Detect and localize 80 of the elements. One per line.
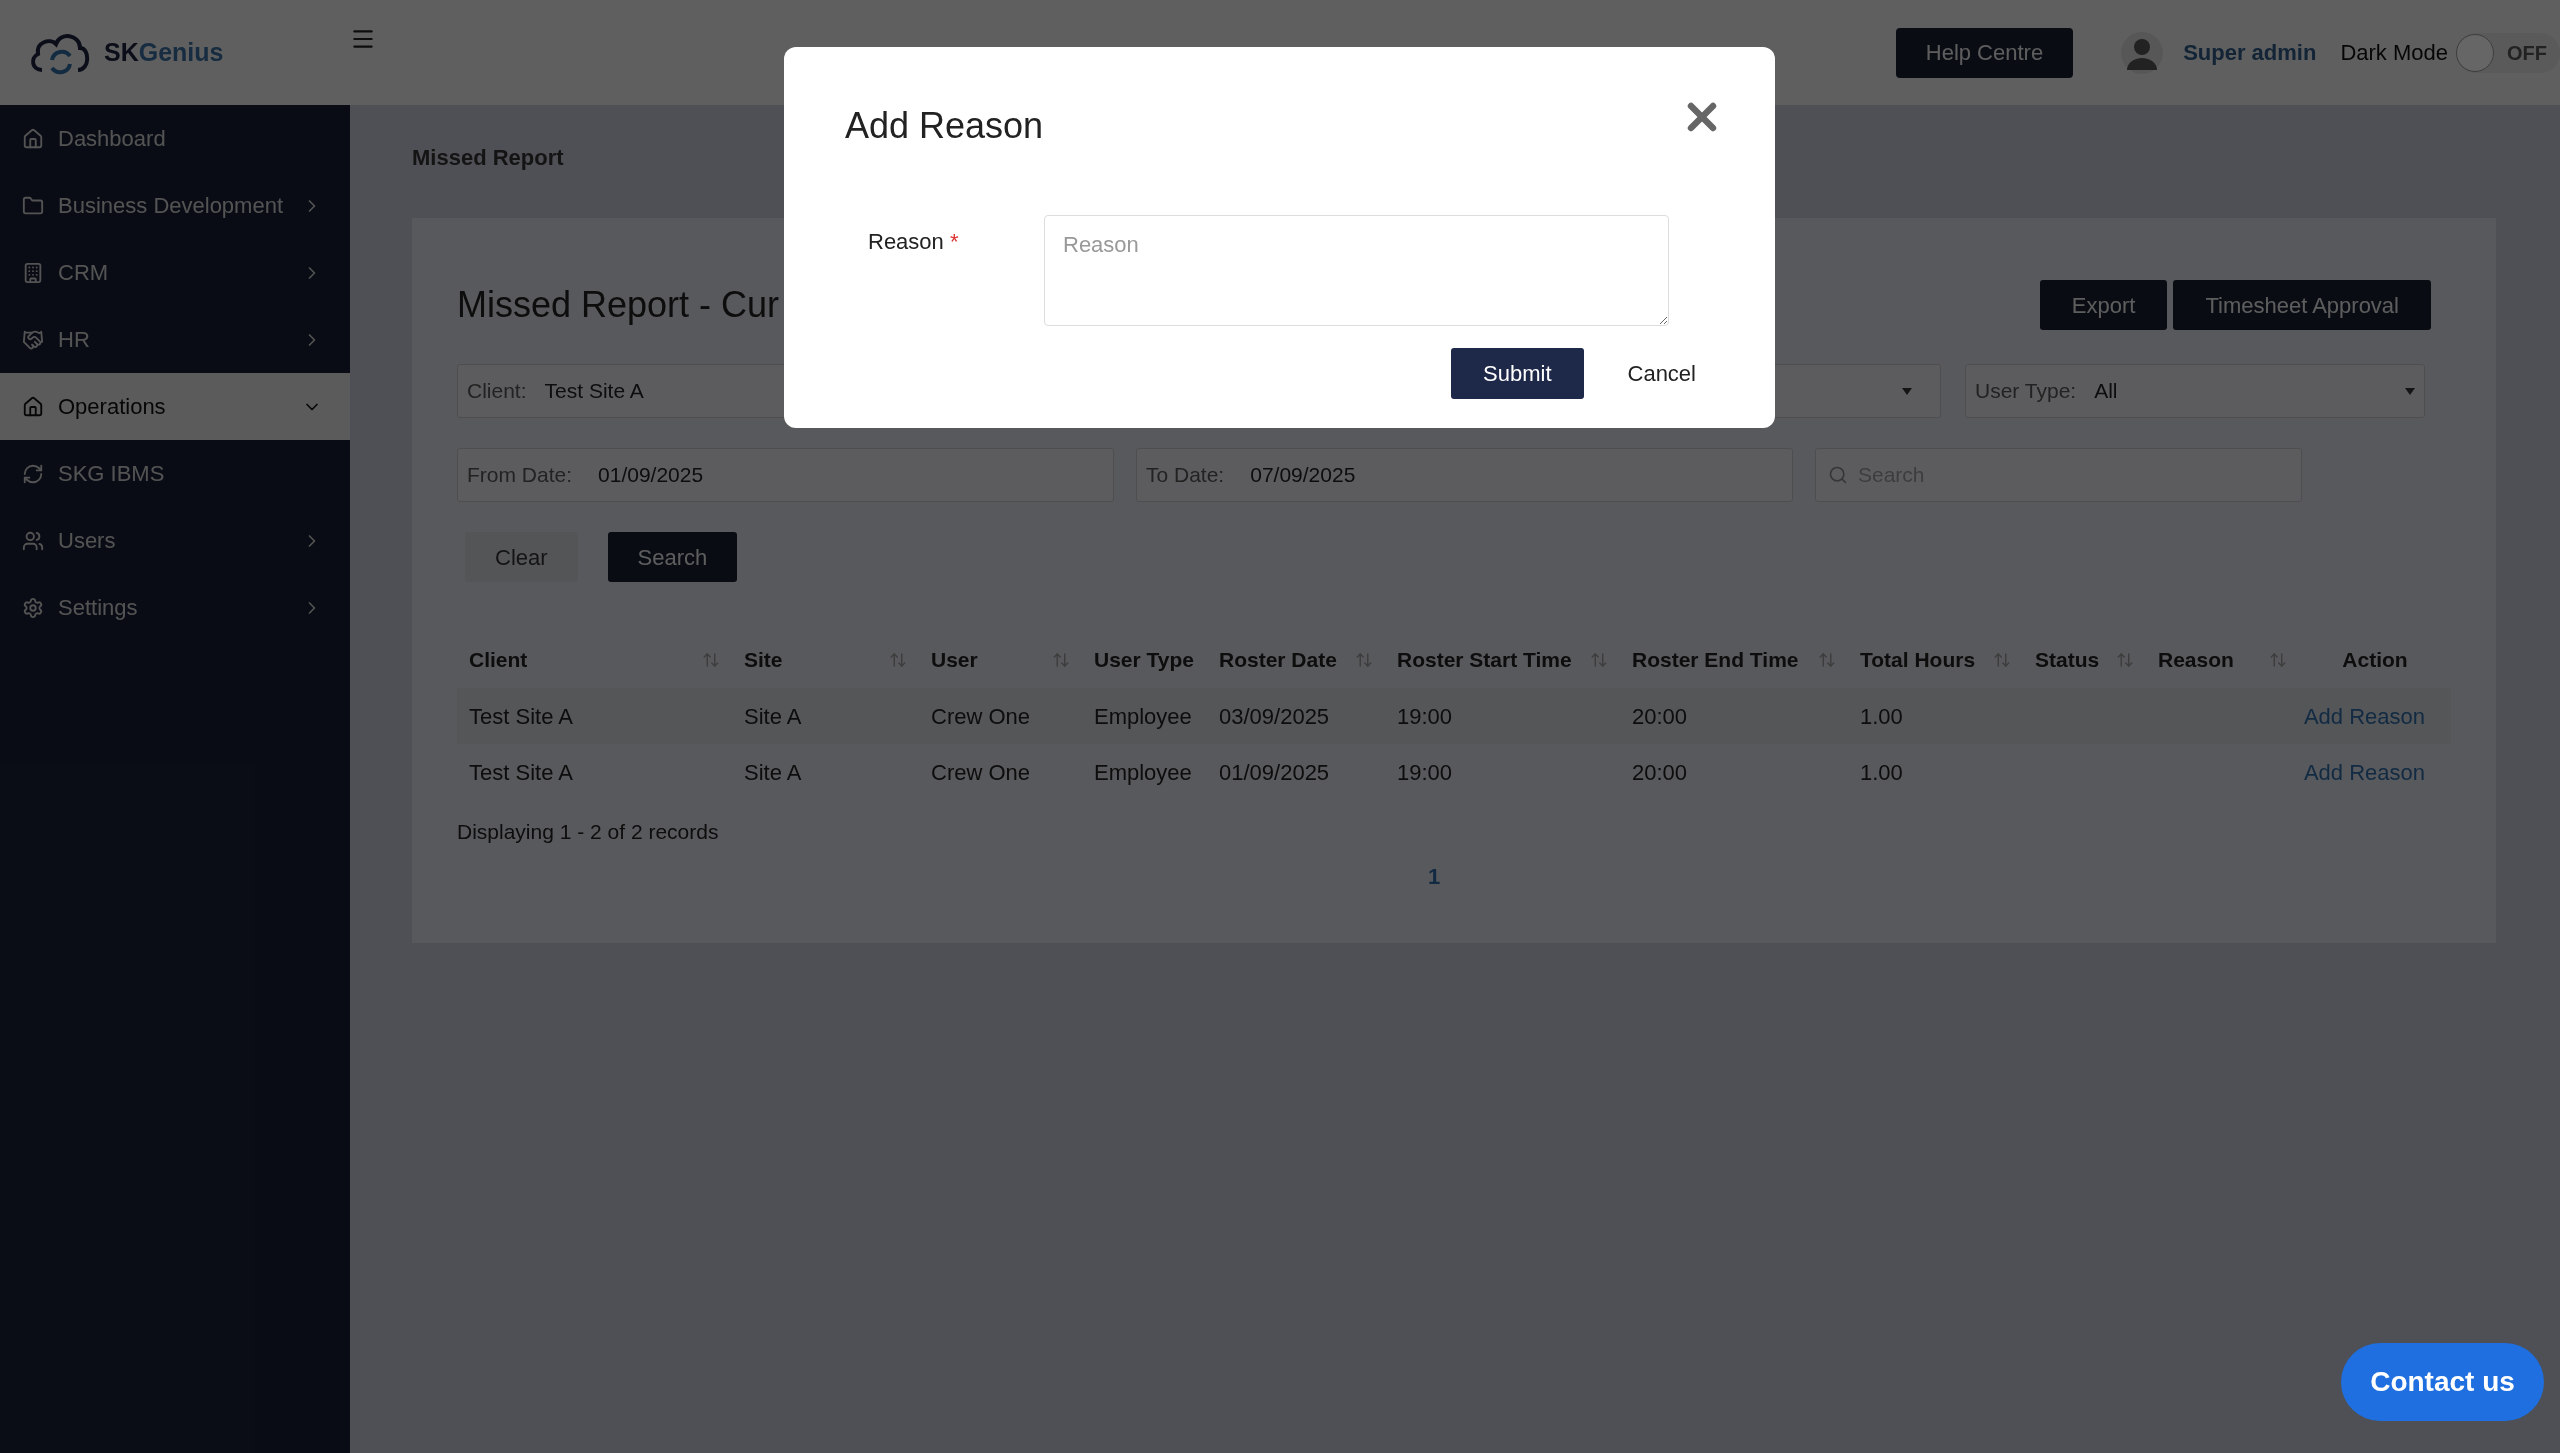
sort-icon[interactable]	[1818, 651, 1836, 669]
column-header[interactable]: Roster Start Time	[1397, 644, 1572, 676]
submit-button[interactable]: Submit	[1451, 348, 1584, 399]
user-name-link[interactable]: Super admin	[2183, 36, 2317, 69]
table-cell: 19:00	[1397, 703, 1453, 729]
brand-name: SKGenius	[104, 36, 224, 68]
home-icon	[22, 127, 44, 150]
table-cell: Test Site A	[469, 759, 573, 785]
dialog-title: Add Reason	[845, 104, 1044, 148]
clear-button[interactable]: Clear	[465, 532, 578, 582]
sort-icon[interactable]	[1993, 651, 2011, 669]
to-date-field[interactable]: To Date: 07/09/2025	[1136, 448, 1793, 502]
sidebar-item[interactable]: CRM	[0, 239, 350, 306]
add-reason-link[interactable]: Add Reason	[2303, 759, 2425, 785]
column-header[interactable]: Reason	[2158, 644, 2234, 676]
from-date-field[interactable]: From Date: 01/09/2025	[457, 448, 1114, 502]
caret-icon	[2405, 387, 2415, 395]
sidebar-item[interactable]: HR	[0, 306, 350, 373]
column-header[interactable]: Roster End Time	[1632, 644, 1799, 676]
sidebar-item[interactable]: Operations	[0, 373, 350, 440]
folder-icon	[22, 194, 44, 217]
table-cell: 03/09/2025	[1219, 703, 1330, 729]
dark-mode-label: Dark Mode	[2340, 39, 2448, 67]
handshake-icon	[22, 328, 44, 351]
reason-field[interactable]: Reason	[1044, 215, 1669, 326]
table-cell: Site A	[744, 703, 802, 729]
records-count: Displaying 1 - 2 of 2 records	[457, 819, 720, 845]
building-icon	[22, 261, 44, 284]
table-cell: Test Site A	[469, 703, 573, 729]
sort-icon[interactable]	[2116, 651, 2134, 669]
column-header[interactable]: Client	[469, 644, 528, 676]
sidebar-item[interactable]: Settings	[0, 574, 350, 641]
table-cell: Employee	[1094, 703, 1192, 729]
search-button[interactable]: Search	[607, 532, 738, 582]
house-icon	[22, 395, 44, 418]
help-centre-button[interactable]: Help Centre	[1895, 27, 2074, 78]
export-button[interactable]: Export	[2039, 280, 2168, 330]
column-header[interactable]: User	[931, 644, 978, 676]
column-header[interactable]: Status	[2035, 644, 2100, 676]
users-icon	[22, 529, 44, 552]
column-header[interactable]: Site	[744, 644, 783, 676]
sidebar-item[interactable]: Dashboard	[0, 105, 350, 172]
caret-icon	[1902, 387, 1912, 395]
contact-us-button[interactable]: Contact us	[2341, 1343, 2544, 1421]
dark-mode-toggle[interactable]: OFF	[2456, 32, 2560, 73]
add-reason-link[interactable]: Add Reason	[2303, 703, 2425, 729]
page-link[interactable]: 1	[1427, 859, 1441, 893]
sidebar-item[interactable]: SKG IBMS	[0, 440, 350, 507]
column-header[interactable]: Total Hours	[1860, 644, 1976, 676]
sidebar-item[interactable]: Business Development	[0, 172, 350, 239]
sort-icon[interactable]	[1052, 651, 1070, 669]
table-cell: 20:00	[1632, 703, 1688, 729]
settings-icon	[22, 596, 44, 619]
table-cell: 1.00	[1860, 759, 1903, 785]
column-header[interactable]: User Type	[1094, 644, 1194, 676]
table-cell: Crew One	[931, 759, 1031, 785]
sort-icon[interactable]	[702, 651, 720, 669]
timesheet-approval-button[interactable]: Timesheet Approval	[2173, 280, 2431, 330]
user-type-select[interactable]: User Type: All	[1965, 364, 2425, 418]
column-header[interactable]: Action	[2342, 644, 2408, 676]
table-cell: Employee	[1094, 759, 1192, 785]
sort-icon[interactable]	[1355, 651, 1373, 669]
search-icon	[1828, 465, 1848, 485]
sort-icon[interactable]	[2269, 651, 2287, 669]
avatar-icon	[2121, 31, 2164, 74]
column-header[interactable]: Roster Date	[1219, 644, 1337, 676]
table-cell: Site A	[744, 759, 802, 785]
breadcrumb: Missed Report	[412, 144, 565, 172]
sort-icon[interactable]	[1590, 651, 1608, 669]
reason-label: Reason *	[867, 228, 960, 256]
sidebar-item[interactable]: Users	[0, 507, 350, 574]
sort-icon[interactable]	[889, 651, 907, 669]
table-cell: 01/09/2025	[1219, 759, 1330, 785]
table-cell: Crew One	[931, 703, 1031, 729]
refresh-icon	[22, 462, 44, 485]
table-cell: 1.00	[1860, 703, 1903, 729]
table-cell: 20:00	[1632, 759, 1688, 785]
cancel-button[interactable]: Cancel	[1627, 357, 1696, 390]
page-title: Missed Report - Cur	[457, 283, 781, 327]
table-cell: 19:00	[1397, 759, 1453, 785]
